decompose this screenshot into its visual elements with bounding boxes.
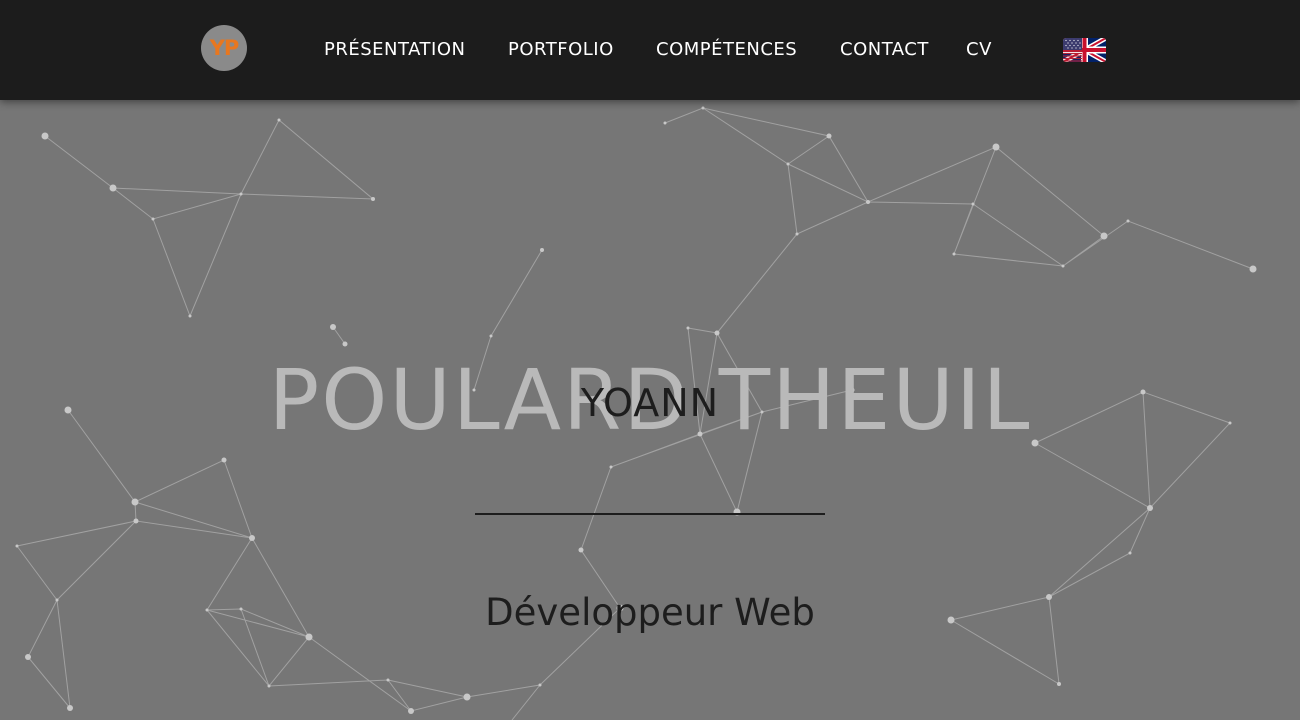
hero-divider [475,513,825,515]
nav-item-presentation[interactable]: PRÉSENTATION [324,38,465,62]
uk-flag-icon[interactable] [1063,38,1106,62]
site-header: YP PRÉSENTATION PORTFOLIO COMPÉTENCES CO… [0,0,1300,100]
nav-item-cv[interactable]: CV [966,38,992,62]
nav-item-competences[interactable]: COMPÉTENCES [656,38,797,62]
hero-role: Développeur Web [485,591,815,634]
hero-firstname: YOANN [580,381,720,425]
nav-item-contact[interactable]: CONTACT [840,38,929,62]
nav-item-portfolio[interactable]: PORTFOLIO [508,38,614,62]
